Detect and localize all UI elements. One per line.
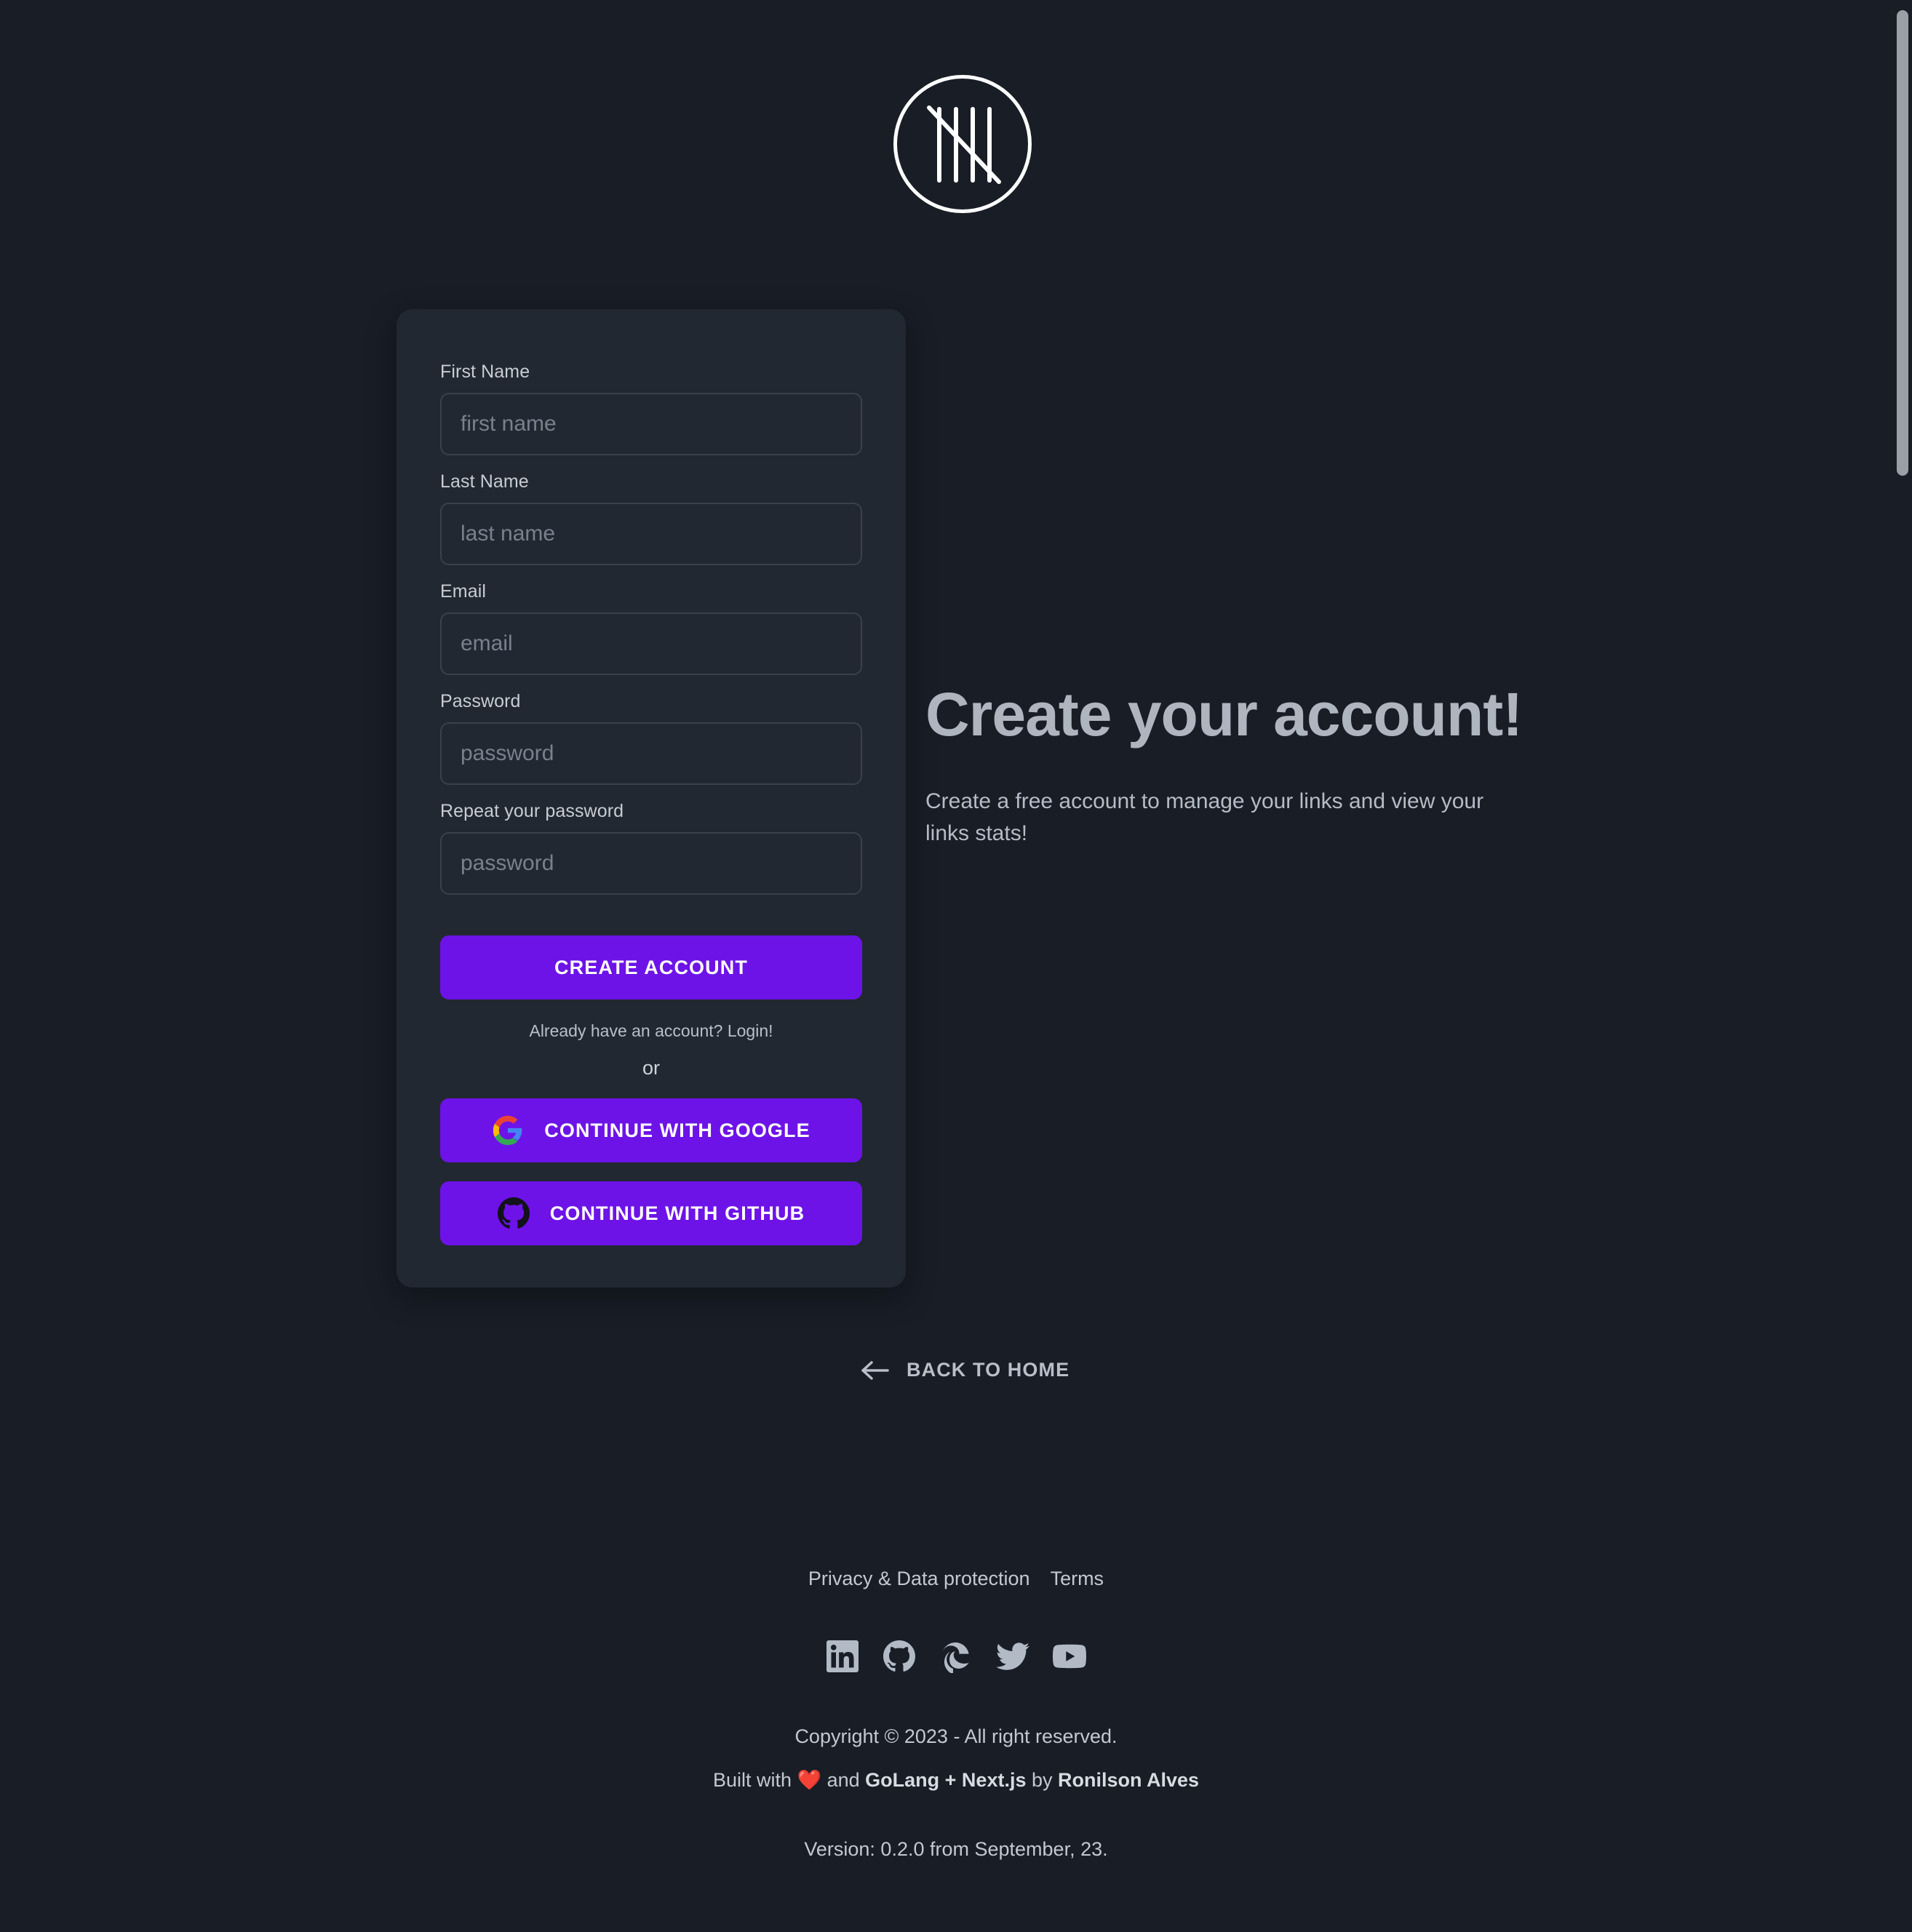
repeat-password-input[interactable] xyxy=(440,832,862,895)
continue-with-google-button[interactable]: CONTINUE WITH GOOGLE xyxy=(440,1098,862,1162)
built-middle: and xyxy=(821,1769,866,1791)
brand-logo xyxy=(893,75,1032,213)
login-link[interactable]: Already have an account? Login! xyxy=(440,1021,862,1041)
terms-link[interactable]: Terms xyxy=(1051,1568,1104,1590)
first-name-input[interactable] xyxy=(440,393,862,455)
back-to-home-label: BACK TO HOME xyxy=(907,1359,1070,1381)
email-input[interactable] xyxy=(440,612,862,675)
github-icon xyxy=(497,1197,530,1229)
page-subtitle: Create a free account to manage your lin… xyxy=(925,789,1484,845)
github-icon[interactable] xyxy=(883,1640,916,1673)
edge-icon[interactable] xyxy=(939,1640,973,1673)
field-first-name: First Name xyxy=(440,362,862,455)
tally-mark-logo xyxy=(893,75,1032,213)
privacy-link[interactable]: Privacy & Data protection xyxy=(808,1568,1030,1590)
copyright-text: Copyright © 2023 - All right reserved. xyxy=(794,1725,1118,1747)
page-title: Create your account! xyxy=(925,680,1523,749)
built-prefix: Built with xyxy=(712,1769,797,1791)
repeat-password-label: Repeat your password xyxy=(440,801,624,821)
continue-with-github-button[interactable]: CONTINUE WITH GITHUB xyxy=(440,1181,862,1245)
field-password: Password xyxy=(440,691,862,785)
first-name-label: First Name xyxy=(440,362,530,382)
linkedin-icon[interactable] xyxy=(826,1640,859,1673)
field-last-name: Last Name xyxy=(440,471,862,565)
github-button-label: CONTINUE WITH GITHUB xyxy=(549,1202,805,1224)
google-button-label: CONTINUE WITH GOOGLE xyxy=(544,1119,810,1141)
signup-page: First Name Last Name Email Password Repe… xyxy=(0,0,1912,1932)
built-author[interactable]: Ronilson Alves xyxy=(1058,1769,1199,1791)
field-repeat-password: Repeat your password xyxy=(440,801,862,895)
last-name-input[interactable] xyxy=(440,503,862,565)
heart-icon: ❤️ xyxy=(797,1769,822,1791)
built-with-text: Built with ❤️ and GoLang + Next.js by Ro… xyxy=(0,1768,1912,1792)
twitter-icon[interactable] xyxy=(996,1640,1029,1673)
scrollbar-thumb[interactable] xyxy=(1897,10,1908,476)
field-email: Email xyxy=(440,581,862,675)
tally-mark-icon xyxy=(927,105,1001,184)
footer-links: Privacy & Data protection Terms xyxy=(0,1568,1912,1590)
page-footer: Privacy & Data protection Terms Copyrigh… xyxy=(0,1568,1912,1861)
youtube-icon[interactable] xyxy=(1053,1640,1086,1673)
google-icon xyxy=(492,1114,524,1146)
last-name-label: Last Name xyxy=(440,471,529,492)
hero-section: Create your account! Create a free accou… xyxy=(925,684,1537,849)
footer-social-links xyxy=(0,1640,1912,1673)
version-text: Version: 0.2.0 from September, 23. xyxy=(804,1838,1108,1860)
built-by: by xyxy=(1026,1769,1059,1791)
create-account-button[interactable]: CREATE ACCOUNT xyxy=(440,935,862,999)
built-stack: GoLang + Next.js xyxy=(865,1769,1027,1791)
or-divider-label: or xyxy=(642,1057,660,1079)
password-input[interactable] xyxy=(440,722,862,785)
email-label: Email xyxy=(440,581,487,602)
signup-card: First Name Last Name Email Password Repe… xyxy=(397,309,906,1288)
arrow-left-icon xyxy=(860,1360,891,1381)
back-to-home-link[interactable]: BACK TO HOME xyxy=(860,1359,1069,1381)
password-label: Password xyxy=(440,691,521,711)
